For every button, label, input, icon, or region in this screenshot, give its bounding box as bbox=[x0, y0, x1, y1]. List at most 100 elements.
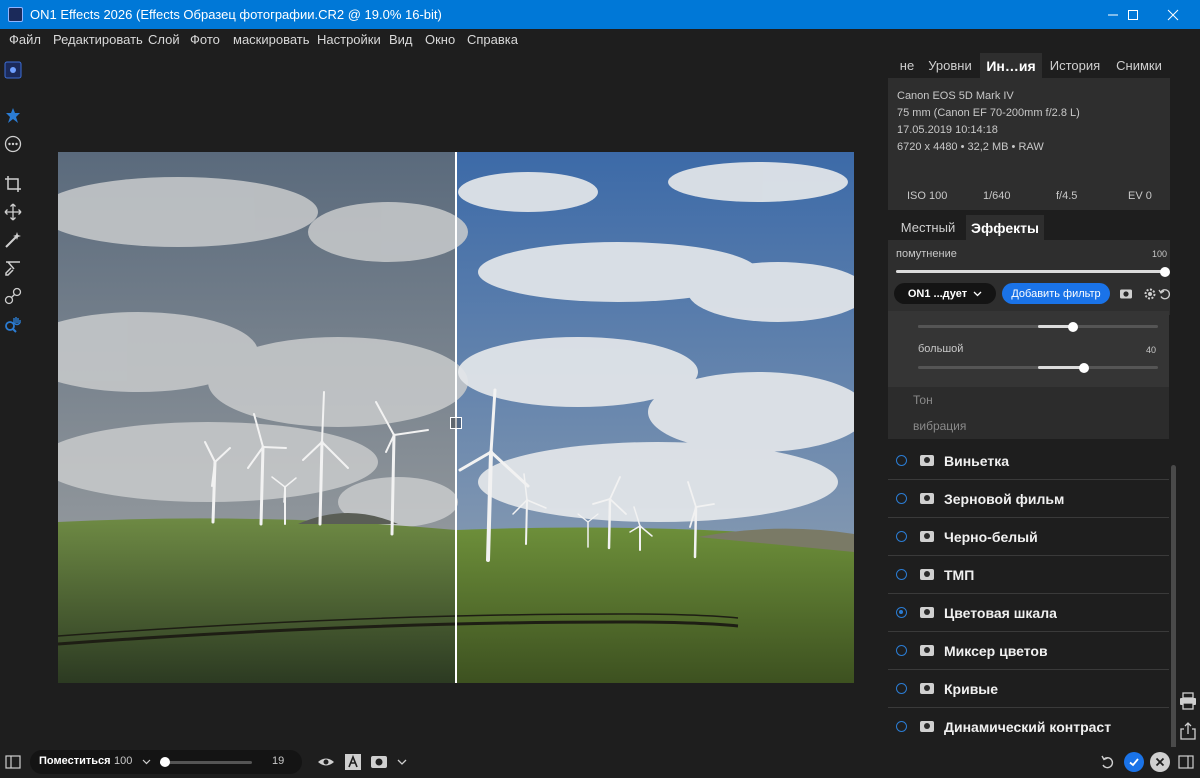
mask-icon[interactable] bbox=[920, 683, 934, 694]
magic-wand-tool[interactable] bbox=[3, 230, 23, 250]
filter-item[interactable]: Виньетка bbox=[888, 443, 1169, 480]
menu-help[interactable]: Справка bbox=[467, 32, 518, 47]
more-modules-button[interactable] bbox=[3, 134, 23, 154]
mask-icon[interactable] bbox=[920, 721, 934, 732]
menu-window[interactable]: Окно bbox=[425, 32, 455, 47]
mask-view-button[interactable] bbox=[370, 753, 388, 771]
mask-icon[interactable] bbox=[920, 531, 934, 542]
preset-dropdown[interactable]: ON1 ...дует bbox=[894, 283, 996, 304]
filter-toggle[interactable] bbox=[896, 569, 907, 580]
filter-toggle[interactable] bbox=[896, 721, 907, 732]
filter-toggle[interactable] bbox=[896, 493, 907, 504]
tab-local[interactable]: Местный bbox=[898, 215, 958, 240]
opacity-value: 100 bbox=[1152, 249, 1168, 259]
divider-handle[interactable] bbox=[450, 417, 462, 429]
filter-toggle[interactable] bbox=[896, 683, 907, 694]
filter-settings-body: большой 40 Тон вибрация bbox=[888, 311, 1169, 439]
menu-photo[interactable]: Фото bbox=[190, 32, 220, 47]
zoom-percent[interactable]: 100 bbox=[114, 755, 132, 767]
apply-button[interactable] bbox=[1124, 752, 1144, 772]
info-box: Canon EOS 5D Mark IV 75 mm (Canon EF 70-… bbox=[888, 78, 1170, 210]
app-logo bbox=[3, 60, 23, 80]
zoom-slider[interactable] bbox=[160, 761, 252, 764]
maximize-button[interactable] bbox=[1113, 0, 1153, 29]
menu-file[interactable]: Файл bbox=[9, 32, 41, 47]
tab-info[interactable]: Ин…ия bbox=[980, 53, 1042, 78]
add-filter-button[interactable]: Добавить фильтр bbox=[1002, 283, 1110, 304]
opacity-slider-knob[interactable] bbox=[1160, 267, 1170, 277]
tab-history[interactable]: История bbox=[1046, 53, 1104, 78]
filter-item[interactable]: ТМП bbox=[888, 557, 1169, 594]
toggle-right-panel-button[interactable] bbox=[1177, 753, 1195, 771]
compare-button[interactable] bbox=[344, 753, 362, 771]
filter-slider-2-knob[interactable] bbox=[1079, 363, 1089, 373]
zoom-hand-tool[interactable] bbox=[3, 314, 23, 334]
undo-icon bbox=[1101, 755, 1114, 769]
mask-icon[interactable] bbox=[920, 455, 934, 466]
move-tool[interactable] bbox=[3, 202, 23, 222]
tab-effects[interactable]: Эффекты bbox=[966, 215, 1044, 240]
mask-icon[interactable] bbox=[920, 493, 934, 504]
menu-layer[interactable]: Слой bbox=[148, 32, 180, 47]
right-panel: не Уровни Ин…ия История Снимки Canon EOS… bbox=[888, 51, 1200, 751]
filter-toggle[interactable] bbox=[896, 455, 907, 466]
close-window-button[interactable] bbox=[1153, 0, 1193, 29]
filter-toggle[interactable] bbox=[896, 645, 907, 656]
tab-snapshots[interactable]: Снимки bbox=[1110, 53, 1168, 78]
filter-list-scrollbar[interactable] bbox=[1171, 465, 1176, 751]
menu-mask[interactable]: маскировать bbox=[233, 32, 310, 47]
chevron-down-icon[interactable] bbox=[142, 759, 151, 765]
app-icon bbox=[8, 7, 23, 22]
undo-button[interactable] bbox=[1099, 753, 1117, 771]
magic-wand-icon bbox=[5, 232, 21, 248]
filter-item[interactable]: Зерновой фильм bbox=[888, 481, 1169, 518]
tab-levels[interactable]: Уровни bbox=[924, 53, 976, 78]
filter-name: Миксер цветов bbox=[944, 643, 1048, 659]
filter-item[interactable]: Цветовая шкала bbox=[888, 595, 1169, 632]
eye-icon bbox=[318, 758, 334, 766]
mask-icon[interactable] bbox=[920, 607, 934, 618]
preview-toggle-button[interactable] bbox=[317, 753, 335, 771]
filter-slider-1-knob[interactable] bbox=[1068, 322, 1078, 332]
menu-view[interactable]: Вид bbox=[389, 32, 413, 47]
zoom-slider-knob[interactable] bbox=[160, 757, 170, 767]
opacity-slider[interactable] bbox=[896, 270, 1166, 273]
toggle-left-panel-button[interactable] bbox=[4, 753, 22, 771]
preset-label: ON1 ...дует bbox=[907, 287, 968, 300]
filter-name: Зерновой фильм bbox=[944, 491, 1065, 507]
filter-item[interactable]: Черно-белый bbox=[888, 519, 1169, 556]
share-button[interactable] bbox=[1178, 721, 1198, 741]
filter-settings-button[interactable] bbox=[1143, 287, 1157, 301]
cancel-button[interactable] bbox=[1150, 752, 1170, 772]
maximize-icon bbox=[1128, 9, 1138, 20]
brush-tool[interactable] bbox=[3, 258, 23, 278]
fit-button[interactable]: Поместиться bbox=[39, 755, 111, 767]
vibrance-section[interactable]: вибрация bbox=[888, 413, 1169, 439]
tone-section[interactable]: Тон bbox=[888, 387, 1169, 413]
print-button[interactable] bbox=[1178, 691, 1198, 711]
filter-name: Виньетка bbox=[944, 453, 1010, 469]
menu-settings[interactable]: Настройки bbox=[317, 32, 381, 47]
tone-section-label: Тон bbox=[913, 393, 933, 407]
crop-tool[interactable] bbox=[3, 174, 23, 194]
view-options-dropdown[interactable] bbox=[393, 753, 411, 771]
filter-list: Виньетка Зерновой фильм Черно-белый ТМП … bbox=[888, 443, 1169, 751]
filter-item[interactable]: Кривые bbox=[888, 671, 1169, 708]
mask-icon[interactable] bbox=[920, 569, 934, 580]
filter-item[interactable]: Динамический контраст bbox=[888, 709, 1169, 746]
menu-edit[interactable]: Редактировать bbox=[53, 32, 143, 47]
ev-value: EV 0 bbox=[1128, 190, 1152, 202]
mask-icon[interactable] bbox=[920, 645, 934, 656]
filter-item[interactable]: Миксер цветов bbox=[888, 633, 1169, 670]
retouch-tool[interactable] bbox=[3, 286, 23, 306]
zoom-hand-icon bbox=[5, 317, 21, 333]
shutter-value: 1/640 bbox=[983, 190, 1011, 202]
mask-toggle-button[interactable] bbox=[1119, 287, 1133, 301]
reset-button[interactable] bbox=[1158, 287, 1172, 301]
filter-toggle[interactable] bbox=[896, 531, 907, 542]
tab-navigator[interactable]: не bbox=[894, 53, 920, 78]
window-title: ON1 Effects 2026 (Effects Образец фотогр… bbox=[30, 7, 442, 22]
filter-toggle[interactable] bbox=[896, 607, 907, 618]
effects-module-button[interactable] bbox=[3, 106, 23, 126]
move-icon bbox=[4, 203, 22, 221]
